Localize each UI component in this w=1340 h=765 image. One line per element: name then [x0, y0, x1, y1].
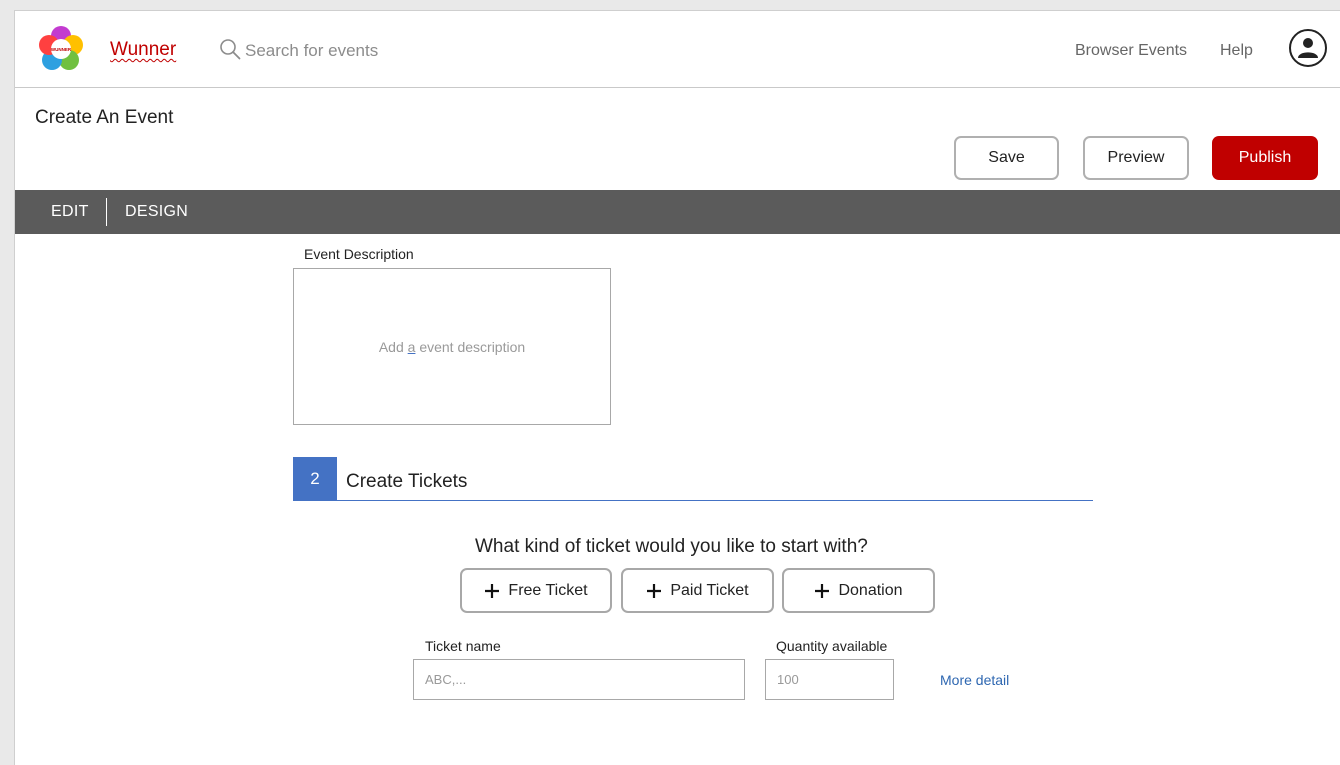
event-description-field[interactable]: Add a event description — [293, 268, 611, 425]
donation-label: Donation — [838, 581, 903, 599]
paid-ticket-button[interactable]: Paid Ticket — [621, 568, 774, 613]
free-ticket-button[interactable]: Free Ticket — [460, 568, 612, 613]
ticket-name-input[interactable] — [413, 659, 745, 700]
plus-icon — [815, 583, 830, 598]
page-title: Create An Event — [35, 107, 174, 128]
flower-logo-icon[interactable]: WUNNER — [37, 25, 85, 73]
section-title: Create Tickets — [346, 471, 468, 492]
more-detail-link[interactable]: More detail — [940, 672, 1009, 688]
quantity-available-label: Quantity available — [776, 638, 888, 654]
section-divider — [293, 500, 1093, 501]
section-number-badge: 2 — [293, 457, 337, 501]
placeholder-part: Add — [378, 338, 408, 355]
tab-divider — [106, 198, 107, 226]
tab-edit[interactable]: EDIT — [51, 203, 89, 221]
event-description-placeholder: Add a event description — [379, 339, 525, 355]
editor-tab-bar: EDIT DESIGN — [15, 190, 1340, 234]
quantity-input[interactable] — [765, 659, 894, 700]
tab-design[interactable]: DESIGN — [125, 203, 188, 221]
save-button[interactable]: Save — [954, 136, 1059, 180]
nav-browse-events[interactable]: Browser Events — [1075, 42, 1187, 60]
free-ticket-label: Free Ticket — [508, 581, 588, 599]
avatar[interactable] — [1289, 29, 1327, 67]
nav-help[interactable]: Help — [1220, 42, 1253, 60]
plus-icon — [485, 583, 500, 598]
search-input[interactable] — [245, 38, 565, 64]
ticket-type-question: What kind of ticket would you like to st… — [475, 536, 868, 557]
top-nav-bar: WUNNER Wunner Browser Events Help — [15, 11, 1340, 88]
ticket-name-label: Ticket name — [425, 638, 501, 654]
placeholder-part: event description — [415, 338, 526, 355]
logo-wordmark: WUNNER — [51, 47, 72, 52]
app-window: WUNNER Wunner Browser Events Help Create… — [14, 10, 1340, 765]
publish-button[interactable]: Publish — [1212, 136, 1318, 180]
paid-ticket-label: Paid Ticket — [670, 581, 749, 599]
brand-name[interactable]: Wunner — [110, 39, 176, 61]
search-icon — [220, 39, 241, 60]
preview-button[interactable]: Preview — [1083, 136, 1189, 180]
plus-icon — [647, 583, 662, 598]
donation-button[interactable]: Donation — [782, 568, 935, 613]
user-icon — [1298, 38, 1318, 58]
event-description-label: Event Description — [304, 246, 414, 262]
